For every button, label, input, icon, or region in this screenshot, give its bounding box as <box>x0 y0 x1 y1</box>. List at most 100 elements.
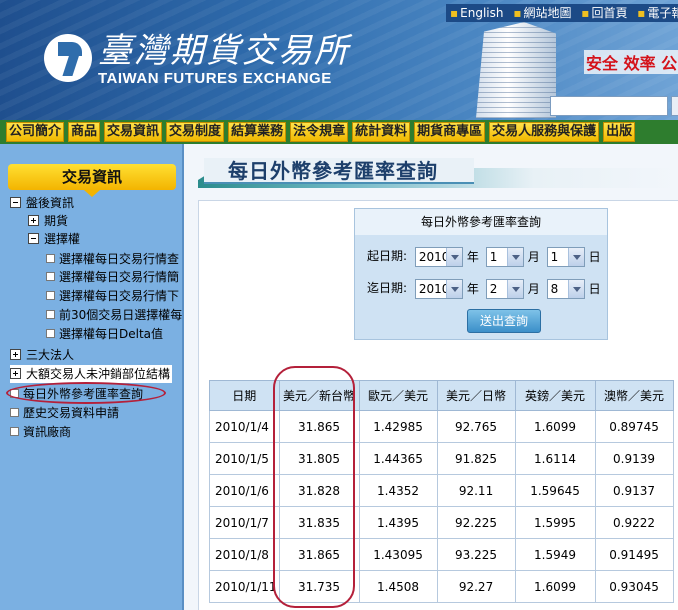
leaf-icon <box>46 310 55 319</box>
cell-usd-jpy: 91.825 <box>436 442 516 475</box>
cell-eur-usd: 1.4352 <box>358 474 438 507</box>
nav-investor-protection[interactable]: 交易人服務與保護 <box>489 122 600 142</box>
chevron-down-icon[interactable] <box>506 247 523 266</box>
tree-item-options-download[interactable]: 選擇權每日交易行情下 <box>46 287 182 305</box>
slogan: 安全 效率 公 <box>584 50 678 74</box>
start-date-label: 起日期: <box>367 249 408 263</box>
site-header: 臺灣期貨交易所 TAIWAN FUTURES EXCHANGE ▪ English… <box>0 0 678 120</box>
cell-eur-usd: 1.43095 <box>358 538 438 571</box>
cell-date: 2010/1/11 <box>209 570 280 603</box>
nav-about[interactable]: 公司簡介 <box>6 122 65 142</box>
tree-item-large-traders[interactable]: 大額交易人未沖銷部位結構 <box>10 365 172 383</box>
tree-item-futures[interactable]: 期貨 <box>28 212 68 230</box>
cell-aud-usd: 0.91495 <box>594 538 674 571</box>
end-day-select[interactable]: 8 <box>546 278 585 299</box>
collapse-icon[interactable] <box>28 233 39 244</box>
tree-item-history-request[interactable]: 歷史交易資料申請 <box>10 404 119 422</box>
sidebar: 交易資訊 盤後資訊 期貨 選擇權 選擇權每日交易行情查 選擇權每日交易行情簡 選… <box>0 144 182 610</box>
cell-usd-jpy: 92.225 <box>436 506 516 539</box>
leaf-icon <box>10 408 19 417</box>
main-content: 每日外幣參考匯率查詢 每日外幣參考匯率查詢 起日期: 2010 年 1月 1日 迄… <box>184 144 678 610</box>
nav-regulations[interactable]: 法令規章 <box>290 122 349 142</box>
chevron-down-icon[interactable] <box>567 247 584 266</box>
nav-trading-system[interactable]: 交易制度 <box>166 122 225 142</box>
cell-usd-jpy: 92.765 <box>436 410 516 443</box>
sidebar-title-text: 交易資訊 <box>61 168 122 186</box>
link-english[interactable]: English <box>460 6 503 20</box>
nav-products[interactable]: 商品 <box>68 122 101 142</box>
tree-item-after-hours[interactable]: 盤後資訊 <box>10 194 74 212</box>
logo-icon[interactable] <box>44 34 92 82</box>
cell-aud-usd: 0.93045 <box>594 570 674 603</box>
end-month-select[interactable]: 2 <box>485 278 524 299</box>
highlight-oval-usd-twd-column <box>273 366 355 608</box>
cell-date: 2010/1/6 <box>209 474 280 507</box>
cell-eur-usd: 1.44365 <box>358 442 438 475</box>
chevron-down-icon[interactable] <box>506 279 523 298</box>
cell-aud-usd: 0.9222 <box>594 506 674 539</box>
nav-clearing[interactable]: 結算業務 <box>228 122 287 142</box>
submit-query-button[interactable]: 送出查詢 <box>467 309 541 333</box>
link-sitemap[interactable]: 網站地圖 <box>523 6 571 20</box>
page-title-bar: 每日外幣參考匯率查詢 <box>198 154 678 188</box>
sidebar-title: 交易資訊 <box>8 164 176 197</box>
tree-item-options-delta[interactable]: 選擇權每日Delta值 <box>46 325 182 343</box>
cell-gbp-usd: 1.59645 <box>514 474 596 507</box>
chevron-down-icon[interactable] <box>567 279 584 298</box>
highlight-oval-sidebar <box>6 382 166 404</box>
end-year-select[interactable]: 2010 <box>414 278 463 299</box>
start-month-select[interactable]: 1 <box>485 246 524 267</box>
tree-item-institutional[interactable]: 三大法人 <box>10 346 74 364</box>
link-home[interactable]: 回首頁 <box>591 6 627 20</box>
cell-date: 2010/1/8 <box>209 538 280 571</box>
tree-item-options-query[interactable]: 選擇權每日交易行情查 <box>46 250 182 268</box>
nav-trading-info[interactable]: 交易資訊 <box>104 122 163 142</box>
cell-aud-usd: 0.9139 <box>594 442 674 475</box>
start-day-select[interactable]: 1 <box>546 246 585 267</box>
start-date-row: 起日期: 2010 年 1月 1日 <box>367 245 604 267</box>
leaf-icon <box>46 272 55 281</box>
cell-date: 2010/1/4 <box>209 410 280 443</box>
leaf-icon <box>46 329 55 338</box>
col-header-usd-jpy: 美元／日幣 <box>436 380 516 411</box>
cell-gbp-usd: 1.6114 <box>514 442 596 475</box>
cell-aud-usd: 0.89745 <box>594 410 674 443</box>
site-search-input[interactable] <box>550 96 668 116</box>
page: 臺灣期貨交易所 TAIWAN FUTURES EXCHANGE ▪ English… <box>0 0 678 610</box>
col-header-date: 日期 <box>209 380 280 411</box>
chevron-down-icon[interactable] <box>445 279 462 298</box>
cell-gbp-usd: 1.6099 <box>514 570 596 603</box>
tree-item-vendors[interactable]: 資訊廠商 <box>10 423 71 441</box>
logo-chinese-text[interactable]: 臺灣期貨交易所 <box>98 32 350 70</box>
expand-icon[interactable] <box>10 349 21 360</box>
cell-eur-usd: 1.4508 <box>358 570 438 603</box>
leaf-icon <box>46 291 55 300</box>
expand-icon[interactable] <box>10 368 21 379</box>
query-form: 每日外幣參考匯率查詢 起日期: 2010 年 1月 1日 迄日期: 2010 年 2… <box>354 208 608 340</box>
leaf-icon <box>10 427 19 436</box>
cell-date: 2010/1/5 <box>209 442 280 475</box>
main-nav: 公司簡介 商品 交易資訊 交易制度 結算業務 法令規章 統計資料 期貨商專區 交… <box>0 120 678 144</box>
expand-icon[interactable] <box>28 215 39 226</box>
tree-item-options-summary[interactable]: 選擇權每日交易行情簡 <box>46 268 182 286</box>
tree-item-options[interactable]: 選擇權 <box>28 230 80 248</box>
bullet-icon: ▪ <box>581 6 590 20</box>
tree-item-options-30days[interactable]: 前30個交易日選擇權每 <box>46 306 182 324</box>
cell-gbp-usd: 1.6099 <box>514 410 596 443</box>
nav-publications[interactable]: 出版 <box>603 122 636 142</box>
page-title: 每日外幣參考匯率查詢 <box>228 159 438 183</box>
cell-date: 2010/1/7 <box>209 506 280 539</box>
link-newsletter[interactable]: 電子報 <box>647 6 678 20</box>
bullet-icon: ▪ <box>513 6 522 20</box>
cell-eur-usd: 1.42985 <box>358 410 438 443</box>
cell-eur-usd: 1.4395 <box>358 506 438 539</box>
cell-usd-jpy: 93.225 <box>436 538 516 571</box>
start-year-select[interactable]: 2010 <box>414 246 463 267</box>
site-search-button[interactable] <box>671 96 678 116</box>
chevron-down-icon[interactable] <box>445 247 462 266</box>
nav-statistics[interactable]: 統計資料 <box>352 122 411 142</box>
logo-english-text[interactable]: TAIWAN FUTURES EXCHANGE <box>98 70 332 87</box>
collapse-icon[interactable] <box>10 197 21 208</box>
cell-gbp-usd: 1.5995 <box>514 506 596 539</box>
nav-brokers[interactable]: 期貨商專區 <box>414 122 486 142</box>
